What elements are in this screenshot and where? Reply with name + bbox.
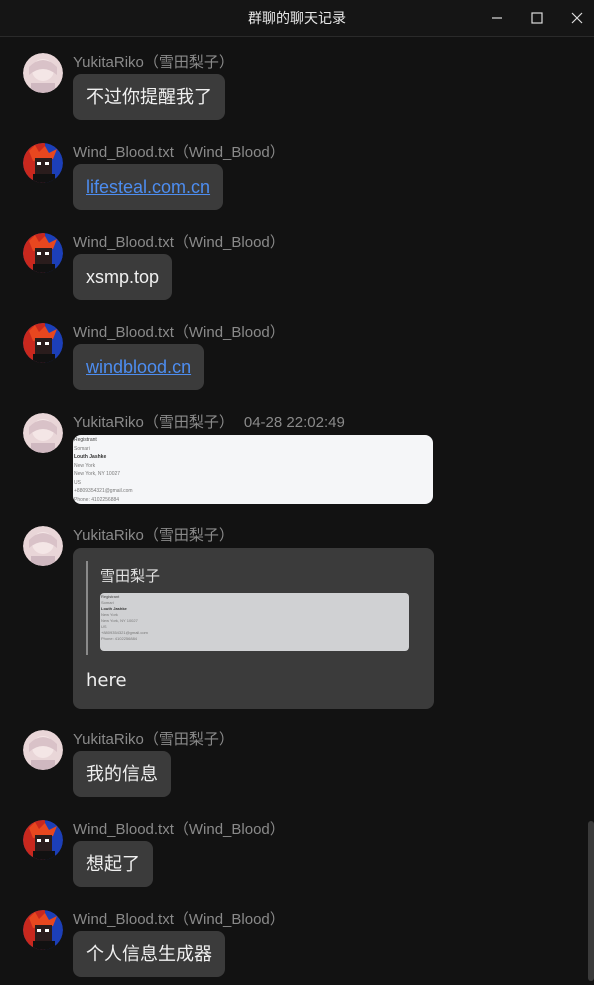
image-attachment[interactable]: Registrant Somari Louth Jashke New York … [73,435,433,504]
message-list[interactable]: YukitaRiko（雪田梨子） 不过你提醒我了 Wind_Blood.txt（… [0,37,594,985]
image-text: Somari [74,445,90,452]
message-link[interactable]: windblood.cn [73,344,205,390]
sender-name: Wind_Blood.txt（Wind_Blood） [73,324,285,341]
message-link[interactable]: lifesteal.com.cn [73,164,224,210]
sender-name-text: YukitaRiko（雪田梨子） [73,414,234,431]
message-bubble[interactable]: 我的信息 [73,751,171,797]
avatar[interactable] [23,143,63,183]
avatar[interactable] [23,413,63,453]
avatar[interactable] [23,526,63,566]
message-timestamp: 04-28 22:02:49 [243,414,345,431]
avatar[interactable] [23,53,63,93]
avatar[interactable] [23,233,63,273]
image-text: Phone: 4102256884 [74,496,120,503]
sender-name: YukitaRiko（雪田梨子） 04-28 22:02:49 [73,411,345,432]
maximize-icon [531,12,543,24]
sender-name: YukitaRiko（雪田梨子） [73,527,234,544]
image-text: Louth Jashke [74,454,107,460]
avatar[interactable] [23,730,63,770]
sender-name: Wind_Blood.txt（Wind_Blood） [73,144,285,161]
scrollbar-thumb[interactable] [588,821,594,981]
sender-name: YukitaRiko（雪田梨子） [73,54,234,71]
image-text: US [74,479,81,486]
message-bubble[interactable]: xsmp.top [73,254,173,300]
message-bubble[interactable]: 想起了 [73,841,153,887]
sender-name: Wind_Blood.txt（Wind_Blood） [73,821,285,838]
maximize-button[interactable] [519,0,555,36]
avatar[interactable] [23,820,63,860]
image-text: +8809354321@gmail.com [74,488,133,494]
avatar[interactable] [23,910,63,950]
sender-name: YukitaRiko（雪田梨子） [73,731,234,748]
sender-name: Wind_Blood.txt（Wind_Blood） [73,234,285,251]
quote-bar [86,561,88,655]
title-bar: 群聊的聊天记录 [0,0,594,37]
quoted-sender: 雪田梨子 [100,567,161,585]
message-bubble[interactable]: 个人信息生成器 [73,931,225,977]
minimize-button[interactable] [479,0,515,36]
reply-text: here [86,670,127,691]
minimize-icon [492,17,502,19]
message-bubble[interactable]: 不过你提醒我了 [73,74,225,120]
avatar[interactable] [23,323,63,363]
image-text: Registrant [74,437,97,443]
image-text: New York [74,462,96,469]
close-icon [571,12,583,24]
image-text: Phone: 4102256884 [101,636,138,641]
quoted-image[interactable]: Registrant Somari Louth Jashke New York … [100,593,409,651]
close-button[interactable] [559,0,594,36]
sender-name: Wind_Blood.txt（Wind_Blood） [73,911,285,928]
image-text: New York, NY 10027 [74,471,121,477]
reply-bubble[interactable]: 雪田梨子 Registrant Somari Louth Jashke New … [73,548,434,709]
